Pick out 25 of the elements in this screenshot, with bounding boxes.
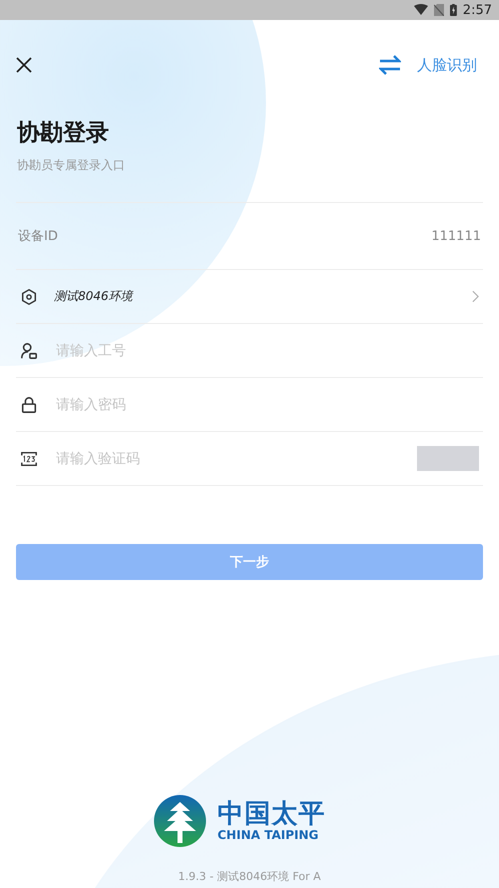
- page-subtitle: 协勘员专属登录入口: [17, 157, 126, 174]
- chevron-right-icon: [472, 290, 479, 303]
- number-pad-icon: [20, 450, 38, 468]
- no-sim-icon: [434, 4, 444, 16]
- employee-id-field[interactable]: 请输入工号: [54, 342, 483, 360]
- tree-logo-icon: [154, 795, 206, 847]
- version-text: 1.9.3 - 测试8046环境 For A: [177, 869, 322, 884]
- device-id-value: 111111: [431, 228, 481, 244]
- user-icon: [20, 342, 38, 360]
- password-field[interactable]: 请输入密码: [54, 396, 483, 414]
- page-title: 协勘登录: [17, 119, 110, 148]
- logo-name-english: CHINA TAIPING: [218, 828, 320, 842]
- status-time: 2:57: [462, 2, 492, 18]
- lock-icon: [20, 396, 38, 414]
- battery-icon: [450, 4, 457, 16]
- face-recognition-button[interactable]: 人脸识别: [379, 55, 477, 75]
- close-icon: [16, 57, 32, 73]
- environment-selector[interactable]: 测试8046环境: [54, 288, 483, 305]
- device-id-label: 设备ID: [18, 228, 58, 245]
- wifi-icon: [414, 4, 428, 16]
- swap-arrows-icon: [379, 55, 401, 75]
- hexagon-nut-icon: [20, 288, 38, 306]
- captcha-field[interactable]: 请输入验证码: [54, 450, 417, 468]
- logo-name: 中国太平: [218, 800, 326, 828]
- close-button[interactable]: [14, 55, 34, 75]
